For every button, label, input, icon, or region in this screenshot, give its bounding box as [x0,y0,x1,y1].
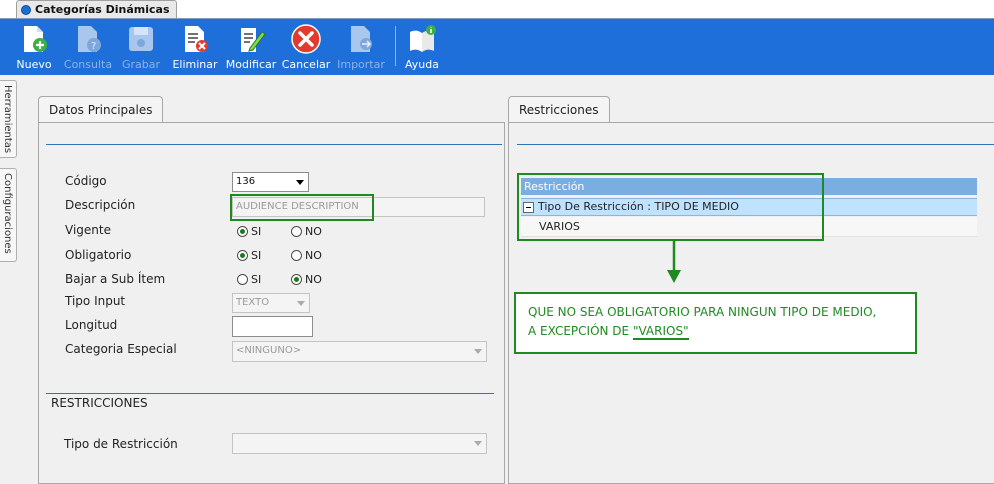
tipo-input-label: Tipo Input [65,294,126,308]
obligatorio-no-radio[interactable]: NO [291,249,322,262]
annotation-line2: A EXCEPCIÓN DE "VARIOS" [528,322,915,341]
edit-button[interactable]: Modificar [224,24,278,72]
chevron-down-icon [296,180,304,185]
window-tabstrip: Categorías Dinámicas [0,0,994,19]
bajar-no-label: NO [305,273,322,286]
new-document-plus-icon [24,26,47,52]
window-tab-title: Categorías Dinámicas [35,3,170,16]
document-edit-pencil-icon [241,28,266,52]
longitud-label: Longitud [65,318,118,332]
obligatorio-si-radio[interactable]: SI [237,249,261,262]
tipo-restriccion-label: Tipo de Restricción [64,437,178,451]
arrow-down-icon [667,241,681,283]
categoria-especial-label: Categoria Especial [65,342,177,356]
side-tab-tools-label: Herramientas [2,85,13,154]
toolbar: Nuevo ? Consulta Grabar Eliminar Modific… [0,19,994,75]
save-button-label: Grabar [121,58,161,71]
annotation-line2-quoted: "VARIOS" [632,324,689,340]
side-tab-tools[interactable]: Herramientas [0,80,17,158]
help-button-label: Ayuda [405,58,439,71]
bajar-si-label: SI [251,273,262,286]
obligatorio-label: Obligatorio [65,248,132,262]
codigo-select[interactable]: 136 [232,172,309,192]
restricciones-divider [46,393,494,394]
delete-button[interactable]: Eliminar [168,24,222,72]
import-button-label: Importar [337,58,385,71]
radio-selected-icon [237,226,248,237]
cancel-x-icon [291,24,321,54]
document-delete-icon [185,26,208,52]
restricciones-heading: RESTRICCIONES [51,396,148,410]
tipo-restriccion-select[interactable] [232,433,487,454]
document-import-icon [351,26,372,52]
descripcion-label: Descripción [65,198,136,212]
chevron-down-icon [474,349,482,354]
annotation-note: QUE NO SEA OBLIGATORIO PARA NINGUN TIPO … [514,292,917,354]
codigo-label: Código [65,174,107,188]
radio-unselected-icon [237,274,248,285]
vigente-label: Vigente [65,223,111,237]
tab-datos-principales[interactable]: Datos Principales [38,96,164,123]
categoria-especial-value: <NINGUNO> [236,345,302,356]
vigente-no-radio[interactable]: NO [291,225,322,238]
window-tab[interactable]: Categorías Dinámicas [16,0,177,18]
radio-unselected-icon [291,250,302,261]
save-button[interactable]: Grabar [114,24,168,72]
vigente-no-label: NO [305,225,322,238]
highlight-grid [517,173,824,241]
tab-datos-principales-label: Datos Principales [49,103,153,117]
new-button-label: Nuevo [16,58,52,71]
query-button-label: Consulta [63,58,113,71]
highlight-descripcion [230,194,374,221]
bajar-label: Bajar a Sub Ítem [65,272,166,286]
obligatorio-no-label: NO [305,249,322,262]
floppy-disk-icon [129,27,153,51]
app-icon [21,4,31,15]
radio-unselected-icon [291,226,302,237]
delete-button-label: Eliminar [172,58,218,71]
tab-restricciones[interactable]: Restricciones [508,96,610,123]
side-tab-settings-label: Configuraciones [2,173,13,254]
vigente-si-radio[interactable]: SI [237,225,261,238]
left-divider [46,144,502,145]
cancel-button[interactable]: Cancelar [279,24,333,72]
side-tab-settings[interactable]: Configuraciones [0,168,17,262]
radio-selected-icon [237,250,248,261]
new-button[interactable]: Nuevo [7,24,61,72]
book-info-icon [410,25,436,52]
annotation-line2-prefix: A EXCEPCIÓN DE [528,324,633,338]
annotation-line1: QUE NO SEA OBLIGATORIO PARA NINGUN TIPO … [528,305,877,319]
vigente-si-label: SI [251,225,262,238]
help-button[interactable]: Ayuda [395,24,449,72]
chevron-down-icon [474,441,482,446]
obligatorio-si-label: SI [251,249,262,262]
categoria-especial-select[interactable]: <NINGUNO> [232,341,487,362]
right-divider [517,144,994,145]
chevron-down-icon [297,301,305,306]
bajar-no-radio[interactable]: NO [291,273,322,286]
edit-button-label: Modificar [225,58,277,71]
tipo-input-value: TEXTO [236,297,270,308]
svg-text:?: ? [91,41,96,52]
longitud-input[interactable] [232,316,313,337]
document-help-icon: ? [78,26,101,52]
radio-selected-icon [291,274,302,285]
cancel-button-label: Cancelar [281,58,331,71]
bajar-si-radio[interactable]: SI [237,273,261,286]
query-button[interactable]: ? Consulta [61,24,115,72]
codigo-value: 136 [236,176,256,187]
tab-restricciones-label: Restricciones [519,103,599,117]
import-button[interactable]: Importar [334,24,388,72]
tipo-input-select[interactable]: TEXTO [232,293,310,313]
